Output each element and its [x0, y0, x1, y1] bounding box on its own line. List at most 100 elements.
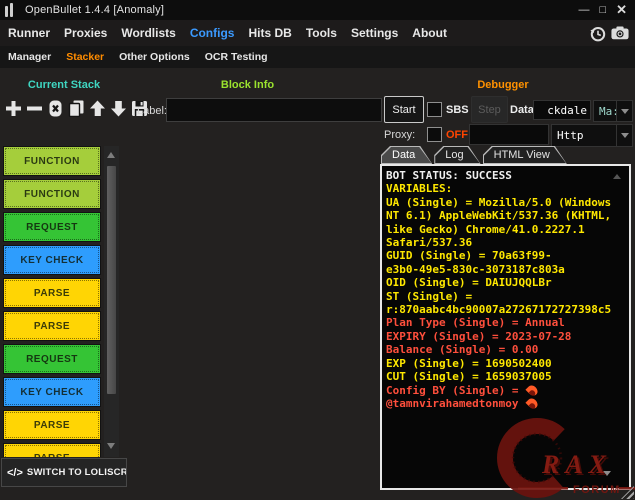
camera-icon[interactable] — [611, 24, 629, 42]
log-line: EXP (Single) = 1690502400 — [386, 357, 627, 370]
sbs-checkbox[interactable] — [427, 102, 442, 117]
stack-block-label: PARSE — [34, 420, 70, 431]
log-line: CUT (Single) = 1659037005 — [386, 370, 627, 383]
log-line: VARIABLES: — [386, 182, 627, 195]
start-button[interactable]: Start — [384, 96, 424, 123]
tab-data[interactable]: Data — [381, 146, 432, 164]
move-up-icon[interactable] — [88, 99, 106, 117]
log-line: ST (Single) = — [386, 290, 627, 303]
log-line: Config BY (Single) = — [386, 384, 627, 397]
submenu: Manager Stacker Other Options OCR Testing — [0, 46, 635, 68]
menu-item-hits-db[interactable]: Hits DB — [248, 26, 291, 40]
stack-block-request[interactable]: REQUEST — [3, 344, 101, 374]
menu-item-configs[interactable]: Configs — [190, 26, 235, 40]
stack-block-label: PARSE — [34, 453, 70, 458]
stack-block-request[interactable]: REQUEST — [3, 212, 101, 242]
stack-block-label: KEY CHECK — [20, 387, 83, 398]
submenu-item-ocr-testing[interactable]: OCR Testing — [205, 51, 268, 63]
menu-items: Runner Proxies Wordlists Configs Hits DB Tool… — [0, 26, 447, 40]
debug-tabs: DataLogHTML View — [381, 146, 567, 164]
menu-item-settings[interactable]: Settings — [351, 26, 398, 40]
minimize-icon[interactable]: — — [578, 5, 589, 15]
stack-block-parse[interactable]: PARSE — [3, 311, 101, 341]
log-line: Safari/537.36 — [386, 236, 627, 249]
log-line: e3b0-49e5-830c-3073187c803a — [386, 263, 627, 276]
stack-block-parse[interactable]: PARSE — [3, 410, 101, 440]
chevron-down-icon — [616, 101, 632, 121]
stack-block-label: PARSE — [34, 288, 70, 299]
add-block-icon[interactable] — [4, 99, 22, 117]
move-down-icon[interactable] — [109, 99, 127, 117]
menu-item-wordlists[interactable]: Wordlists — [121, 26, 175, 40]
tab-log[interactable]: Log — [434, 146, 480, 164]
delete-block-icon[interactable] — [46, 99, 64, 117]
debug-log: BOT STATUS: SUCCESSVARIABLES:UA (Single)… — [382, 166, 629, 410]
scrollbar-thumb[interactable] — [107, 166, 116, 394]
history-clock-icon[interactable] — [588, 24, 606, 42]
scroll-up-icon[interactable] — [613, 174, 621, 179]
fire-icon — [528, 385, 537, 396]
stack-block-label: KEY CHECK — [20, 255, 83, 266]
close-icon[interactable]: ✕ — [616, 5, 627, 15]
menubar: Runner Proxies Wordlists Configs Hits DB Tool… — [0, 20, 635, 46]
stack-block-key-check[interactable]: KEY CHECK — [3, 377, 101, 407]
stack-block-label: REQUEST — [26, 354, 78, 365]
stack-blocks: FUNCTIONFUNCTIONREQUESTKEY CHECKPARSEPAR… — [3, 146, 101, 457]
clone-block-icon[interactable] — [67, 99, 85, 117]
titlebar: OpenBullet 1.4.4 [Anomaly] — □ ✕ — [0, 0, 635, 20]
mode-value: Ma: — [594, 105, 616, 118]
stack-block-parse[interactable]: PARSE — [3, 443, 101, 457]
log-line: Balance (Single) = 0.00 — [386, 343, 627, 356]
submenu-item-manager[interactable]: Manager — [8, 51, 51, 63]
stack-toolbar — [4, 99, 148, 117]
tab-html-view[interactable]: HTML View — [483, 146, 567, 164]
log-line: Plan Type (Single) = Annual — [386, 316, 627, 329]
log-line: GUID (Single) = 70a63f99- — [386, 249, 627, 262]
stack-block-parse[interactable]: PARSE — [3, 278, 101, 308]
debug-data-input[interactable] — [533, 100, 591, 120]
log-line: @tamnvirahamedtonmoy — [386, 397, 627, 410]
menu-item-runner[interactable]: Runner — [8, 26, 50, 40]
log-line: BOT STATUS: SUCCESS — [386, 169, 627, 182]
chevron-down-icon — [616, 125, 632, 146]
block-label-input[interactable] — [166, 98, 382, 122]
proxy-type-combobox[interactable]: Http — [551, 124, 633, 147]
label-caption: Label: — [137, 105, 167, 117]
stack-block-label: FUNCTION — [24, 156, 80, 167]
proxy-input[interactable] — [469, 124, 549, 145]
switch-to-loliscript-button[interactable]: </> SWITCH TO LOLISCRI — [1, 458, 127, 487]
log-line: UA (Single) = Mozilla/5.0 (Windows — [386, 196, 627, 209]
log-line: EXPIRY (Single) = 2023-07-28 — [386, 330, 627, 343]
proxy-off-badge: OFF — [446, 129, 468, 141]
submenu-items: Manager Stacker Other Options OCR Testing — [0, 51, 268, 63]
block-info-title: Block Info — [190, 79, 305, 91]
menu-item-proxies[interactable]: Proxies — [64, 26, 107, 40]
stack-block-function[interactable]: FUNCTION — [3, 146, 101, 176]
proxy-checkbox[interactable] — [427, 127, 442, 142]
stack-block-key-check[interactable]: KEY CHECK — [3, 245, 101, 275]
stack-scrollbar[interactable] — [104, 146, 119, 457]
debug-output-panel: BOT STATUS: SUCCESSVARIABLES:UA (Single)… — [380, 164, 631, 490]
submenu-item-stacker[interactable]: Stacker — [66, 51, 104, 63]
sbs-label: SBS — [446, 104, 469, 116]
window-title: OpenBullet 1.4.4 [Anomaly] — [25, 4, 164, 16]
openbullet-window: OpenBullet 1.4.4 [Anomaly] — □ ✕ Runner P… — [0, 0, 635, 500]
scroll-down-icon[interactable] — [107, 443, 115, 449]
maximize-icon[interactable]: □ — [599, 5, 606, 15]
mode-combobox[interactable]: Ma: — [593, 100, 633, 122]
stack-block-function[interactable]: FUNCTION — [3, 179, 101, 209]
stack-block-label: PARSE — [34, 321, 70, 332]
submenu-item-other-options[interactable]: Other Options — [119, 51, 190, 63]
menu-item-about[interactable]: About — [412, 26, 447, 40]
remove-block-icon[interactable] — [25, 99, 43, 117]
proxy-caption: Proxy: — [384, 129, 415, 141]
log-line: OID (Single) = DAIUJQQLBr — [386, 276, 627, 289]
log-line: r:870aabc4bc90007a27267172727398c5 — [386, 303, 627, 316]
scroll-up-icon[interactable] — [107, 152, 115, 158]
log-line: NT 6.1) AppleWebKit/537.36 (KHTML, — [386, 209, 627, 222]
debugger-title: Debugger — [450, 79, 556, 91]
log-line: like Gecko) Chrome/41.0.2227.1 — [386, 223, 627, 236]
step-button[interactable]: Step — [471, 96, 508, 123]
menu-item-tools[interactable]: Tools — [306, 26, 337, 40]
scroll-down-icon[interactable] — [603, 471, 611, 476]
